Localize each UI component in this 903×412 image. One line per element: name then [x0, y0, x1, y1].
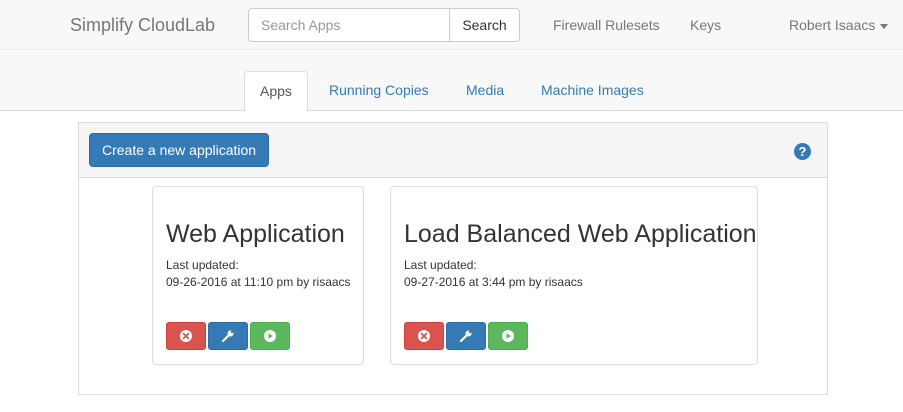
- play-icon: [264, 330, 276, 342]
- nav-firewall-rulesets[interactable]: Firewall Rulesets: [553, 17, 660, 33]
- wrench-icon: [459, 330, 472, 343]
- last-updated-label: Last updated:: [166, 258, 239, 272]
- tab-running-copies[interactable]: Running Copies: [314, 71, 444, 112]
- play-icon: [502, 330, 514, 342]
- create-application-button[interactable]: Create a new application: [89, 133, 270, 167]
- app-card: Web Application Last updated: 09-26-2016…: [152, 186, 364, 365]
- last-updated-value: 09-27-2016 at 3:44 pm by risaacs: [404, 275, 583, 289]
- user-menu[interactable]: Robert Isaacs: [789, 17, 889, 33]
- delete-button[interactable]: [404, 322, 444, 350]
- last-updated-label: Last updated:: [404, 258, 477, 272]
- tab-apps[interactable]: Apps: [244, 71, 308, 112]
- card-actions: [404, 322, 528, 350]
- caret-down-icon: [880, 23, 889, 29]
- delete-icon: [180, 330, 192, 342]
- app-title: Web Application: [166, 220, 345, 248]
- app-title: Load Balanced Web Application: [404, 220, 757, 248]
- user-name: Robert Isaacs: [789, 17, 876, 33]
- search-input[interactable]: [248, 8, 450, 42]
- run-button[interactable]: [250, 322, 290, 350]
- tab-media[interactable]: Media: [451, 71, 519, 112]
- search-button[interactable]: Search: [449, 8, 520, 42]
- panel-heading: Create a new application ?: [79, 123, 827, 178]
- delete-button[interactable]: [166, 322, 206, 350]
- navbar: Simplify CloudLab Search Firewall Rulese…: [0, 0, 903, 50]
- run-button[interactable]: [488, 322, 528, 350]
- edit-button[interactable]: [446, 322, 486, 350]
- brand-logo[interactable]: Simplify CloudLab: [70, 15, 215, 36]
- tab-strip: Apps Running Copies Media Machine Images: [0, 51, 903, 112]
- wrench-icon: [221, 330, 234, 343]
- app-card: Load Balanced Web Application Last updat…: [390, 186, 758, 365]
- help-icon[interactable]: ?: [794, 143, 811, 160]
- edit-button[interactable]: [208, 322, 248, 350]
- delete-icon: [418, 330, 430, 342]
- last-updated-value: 09-26-2016 at 11:10 pm by risaacs: [166, 275, 351, 289]
- card-actions: [166, 322, 290, 350]
- apps-panel: Create a new application ? Web Applicati…: [78, 122, 828, 395]
- tab-machine-images[interactable]: Machine Images: [526, 71, 659, 112]
- nav-keys[interactable]: Keys: [690, 17, 721, 33]
